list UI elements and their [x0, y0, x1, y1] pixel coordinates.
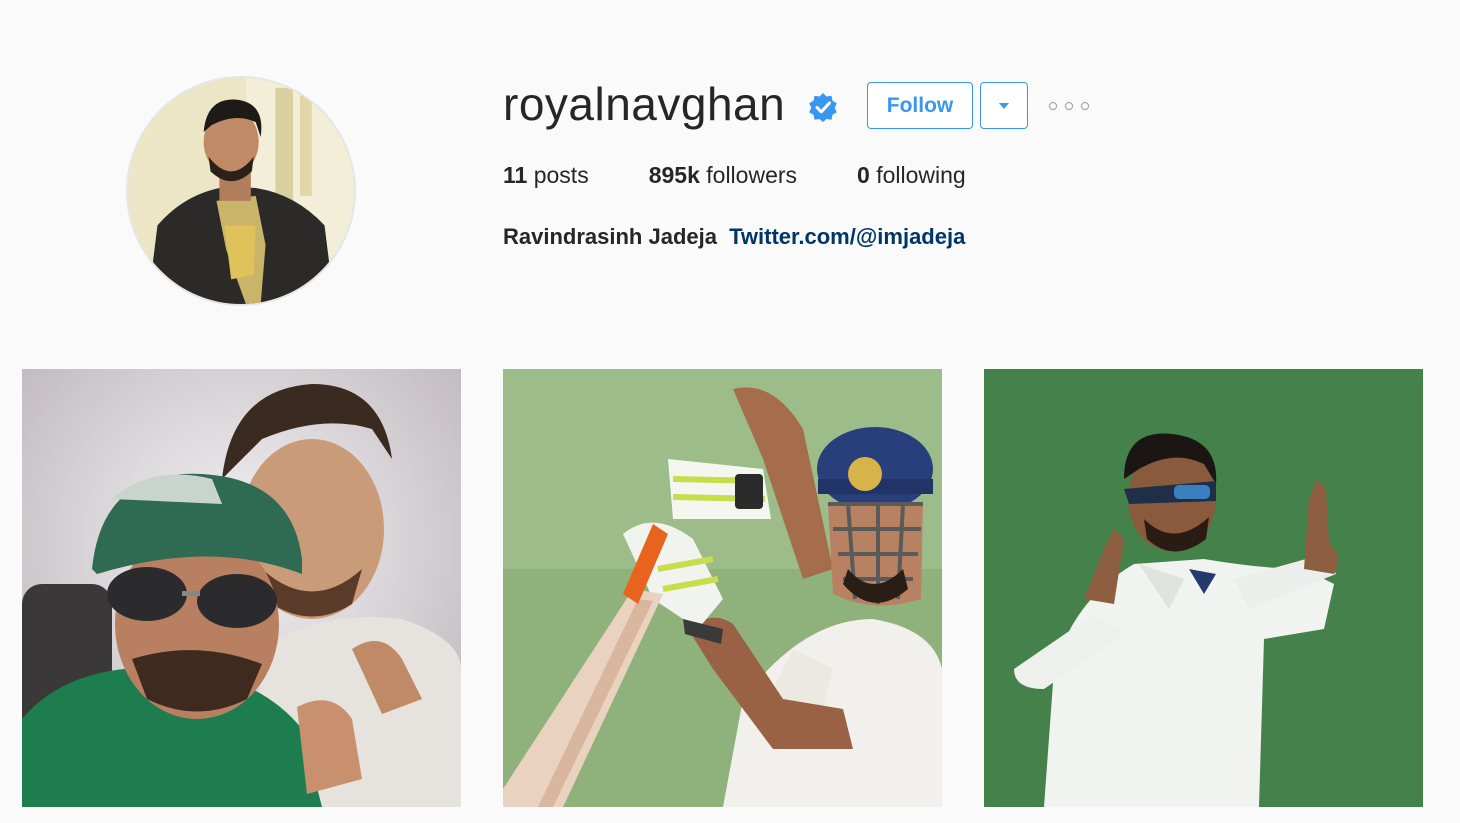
- post-thumbnail-1[interactable]: [22, 369, 461, 807]
- avatar-photo: [128, 78, 354, 304]
- follow-button[interactable]: Follow: [867, 82, 973, 129]
- ellipsis-icon: [1065, 102, 1073, 110]
- caret-down-icon: [999, 102, 1009, 109]
- ellipsis-icon: [1049, 102, 1057, 110]
- profile-stats: 11 posts 895k followers 0 following: [503, 162, 1026, 189]
- suggestions-dropdown-button[interactable]: [980, 82, 1028, 129]
- posts-count: 11 posts: [503, 162, 589, 189]
- ellipsis-icon: [1081, 102, 1089, 110]
- profile-bio: Ravindrasinh Jadeja Twitter.com/@imjadej…: [503, 224, 965, 250]
- followers-count-value: 895k: [648, 162, 700, 188]
- bio-link[interactable]: Twitter.com/@imjadeja: [729, 224, 965, 249]
- selfie-photo-icon: [22, 369, 461, 807]
- profile-page: royalnavghan Follow 11 posts 895k follow…: [0, 0, 1460, 823]
- followers-count[interactable]: 895k followers: [649, 162, 797, 189]
- full-name: Ravindrasinh Jadeja: [503, 224, 717, 249]
- username: royalnavghan: [503, 78, 786, 130]
- following-count-value: 0: [857, 162, 870, 188]
- following-count[interactable]: 0 following: [857, 162, 966, 189]
- followers-count-label: followers: [706, 162, 798, 188]
- post-thumbnail-2[interactable]: [503, 369, 942, 807]
- fielding-photo-icon: [984, 369, 1423, 807]
- more-options-button[interactable]: [1049, 96, 1089, 116]
- following-count-label: following: [876, 162, 966, 188]
- batting-photo-icon: [503, 369, 942, 807]
- posts-count-label: posts: [533, 162, 589, 188]
- post-thumbnail-3[interactable]: [984, 369, 1423, 807]
- profile-avatar[interactable]: [126, 76, 356, 306]
- posts-count-value: 11: [503, 162, 528, 188]
- verified-badge-icon: [809, 93, 837, 122]
